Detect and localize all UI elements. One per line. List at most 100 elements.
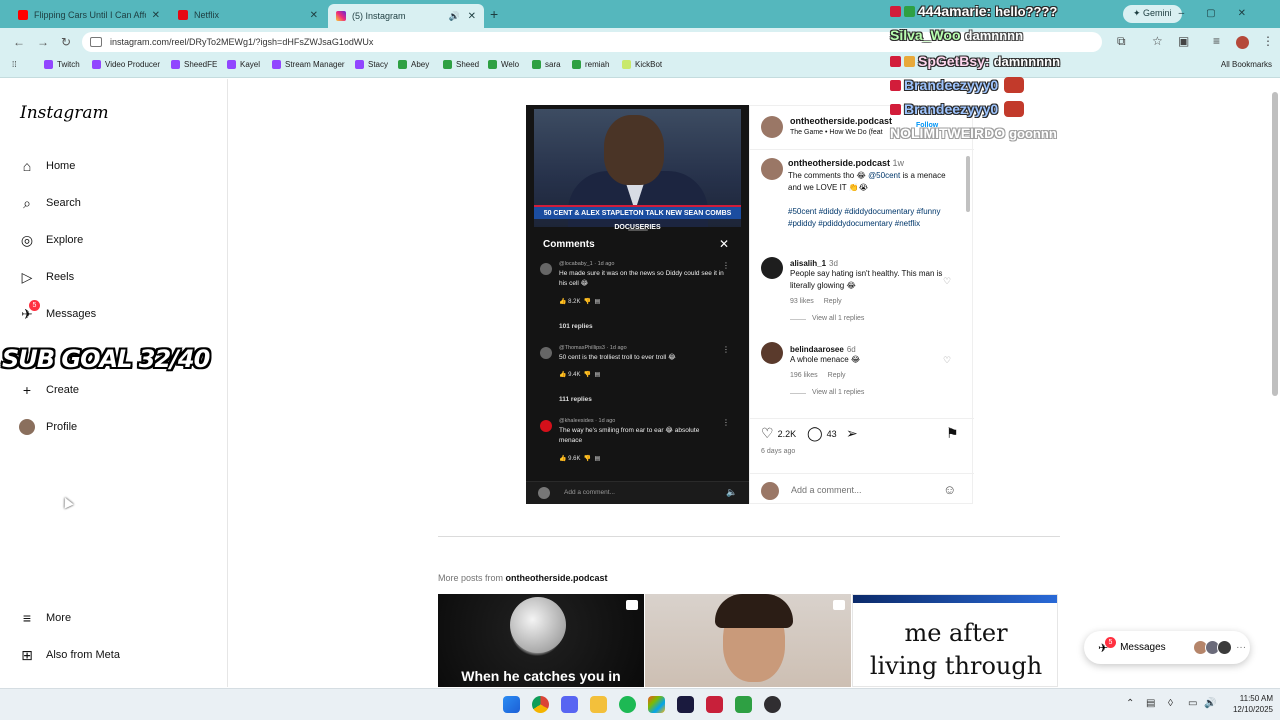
bookmark-sara[interactable]: sara [532,60,561,69]
comment-username[interactable]: belindaarosee [790,345,844,354]
more-posts-account[interactable]: ontheotherside.podcast [506,573,608,583]
discord-icon[interactable] [561,696,578,713]
caption-user[interactable]: ontheotherside.podcast 1w [788,158,904,168]
tab-instagram[interactable]: (5) Instagram 🔊 ✕ [328,4,484,28]
audio-playing-icon[interactable]: 🔊 [449,11,460,22]
chat-message: damnnnnn [993,53,1061,69]
system-clock[interactable]: 11:50 AM 12/10/2025 [1221,693,1273,715]
hashtags[interactable]: #50cent #diddy #diddydocumentary #funny … [788,206,958,230]
mention-link[interactable]: @50cent [868,171,900,180]
bookmark-stream-manager[interactable]: Stream Manager [272,60,345,69]
network-icon[interactable]: ▤ [1146,698,1155,709]
emoji-icon[interactable]: ☺ [943,482,956,497]
extensions-icon[interactable]: ⧉ [1117,34,1126,49]
window-controls[interactable]: –▢✕ [1179,8,1268,19]
reply-button[interactable]: Reply [824,298,842,305]
reel-video-player[interactable]: 50 CENT & ALEX STAPLETON TALK NEW SEAN C… [526,105,749,504]
comment-like-icon[interactable]: ♡ [943,355,951,366]
back-icon[interactable]: ← [13,35,25,49]
all-bookmarks-button[interactable]: All Bookmarks [1221,60,1272,69]
video-editor-icon[interactable] [706,696,723,713]
view-replies-link[interactable]: View all 1 replies [790,389,960,396]
bookmark-stacy[interactable]: Stacy [355,60,388,69]
view-replies-link[interactable]: View all 1 replies [790,315,960,322]
bookmark-star-icon[interactable]: ☆ [1152,34,1163,48]
comment-likes[interactable]: 196 likes [790,372,818,379]
app-icon[interactable] [735,696,752,713]
instagram-logo[interactable]: Instagram [20,103,109,123]
sidebar-item-meta[interactable]: ⊞ Also from Meta [18,646,120,664]
forward-icon[interactable]: → [37,35,49,49]
tray-chevron-icon[interactable]: ⌃ [1126,698,1134,709]
spotify-icon[interactable] [619,696,636,713]
messages-float-button[interactable]: ✈ 5 Messages ··· [1084,631,1250,664]
bookmark-remiah[interactable]: remiah [572,60,609,69]
bookmark-sheedfe[interactable]: SheedFE [171,60,217,69]
profile-avatar[interactable] [1236,36,1249,49]
close-tab-icon[interactable]: ✕ [152,10,160,21]
share-button[interactable]: ➢ [846,425,858,442]
account-name[interactable]: ontheotherside.podcast [790,116,892,126]
close-tab-icon[interactable]: ✕ [310,10,318,21]
bookmark-abey[interactable]: Abey [398,60,429,69]
sidebar-item-create[interactable]: + Create [18,381,79,399]
sidebar-item-messages[interactable]: ✈ 5 Messages [18,300,96,323]
close-tab-icon[interactable]: ✕ [468,11,476,22]
sidebar-item-home[interactable]: ⌂ Home [18,157,76,175]
premiere-icon[interactable] [677,696,694,713]
sidebar-item-reels[interactable]: ▷ Reels [18,268,75,286]
post-thumbnail[interactable]: When he catches you in [438,594,644,687]
like-button[interactable]: ♡ 2.2K [761,425,796,442]
sidebar-item-profile[interactable]: Profile [18,418,77,436]
file-explorer-icon[interactable] [590,696,607,713]
reply-button[interactable]: Reply [828,372,846,379]
sidebar-item-explore[interactable]: ◎ Explore [18,231,83,249]
commenter-avatar[interactable] [761,257,783,279]
account-avatar[interactable] [761,116,783,138]
volume-icon[interactable]: 🔈 [726,487,737,498]
caption-avatar[interactable] [761,158,783,180]
windows-start-icon[interactable] [503,696,520,713]
comment-user[interactable]: belindaarosee 6d [790,345,960,354]
tab-youtube[interactable]: Flipping Cars Until I Can Afford ✕ [10,4,168,26]
sidebar-item-search[interactable]: ⌕ Search [18,194,81,212]
save-button[interactable]: ⚑ [946,425,959,442]
comment-like-icon[interactable]: ♡ [943,276,951,287]
gemini-button[interactable]: ✦ Gemini [1123,5,1182,23]
comment-user[interactable]: alisalih_1 3d [790,259,960,268]
sidebar-item-more[interactable]: ≡ More [18,609,71,627]
display-icon[interactable]: ▭ [1188,698,1197,709]
new-tab-icon[interactable]: + [490,6,498,22]
search-icon: ⌕ [23,194,31,211]
sidepanel-icon[interactable]: ▣ [1178,34,1189,48]
audio-track[interactable]: The Game • How We Do (feat [790,129,883,136]
bookmark-video-producer[interactable]: Video Producer [92,60,160,69]
reload-icon[interactable]: ↻ [61,35,71,49]
menu-list-icon[interactable]: ≡ [1213,34,1220,48]
bookmark-kickbot[interactable]: KickBot [622,60,662,69]
site-info-icon[interactable] [90,37,102,47]
caption-username[interactable]: ontheotherside.podcast [788,158,890,168]
comments-scrollbar[interactable] [966,156,970,212]
kebab-menu-icon[interactable]: ⋮ [1262,34,1274,48]
mic-icon[interactable]: ◊ [1168,698,1173,709]
bookmark-sheed[interactable]: Sheed [443,60,479,69]
comment-button[interactable]: ◯ 43 [807,425,837,442]
page-scrollbar[interactable] [1272,92,1278,396]
chat-line: SpGetBsy: damnnnnn [890,53,1060,69]
app-icon[interactable] [648,696,665,713]
bookmark-welo[interactable]: Welo [488,60,519,69]
obs-icon[interactable] [764,696,781,713]
post-thumbnail[interactable] [645,594,851,687]
post-thumbnail[interactable]: me after living through 2025 [852,594,1058,687]
bookmark-kayel[interactable]: Kayel [227,60,260,69]
apps-icon[interactable]: ⁞⁞ [12,60,16,69]
commenter-avatar[interactable] [761,342,783,364]
tab-netflix[interactable]: Netflix ✕ [170,4,326,26]
volume-tray-icon[interactable]: 🔊 [1204,698,1216,709]
add-comment-input[interactable]: Add a comment... [791,485,862,495]
comment-username[interactable]: alisalih_1 [790,259,826,268]
comment-likes[interactable]: 93 likes [790,298,814,305]
bookmark-twitch[interactable]: Twitch [44,60,80,69]
chrome-icon[interactable] [532,696,549,713]
